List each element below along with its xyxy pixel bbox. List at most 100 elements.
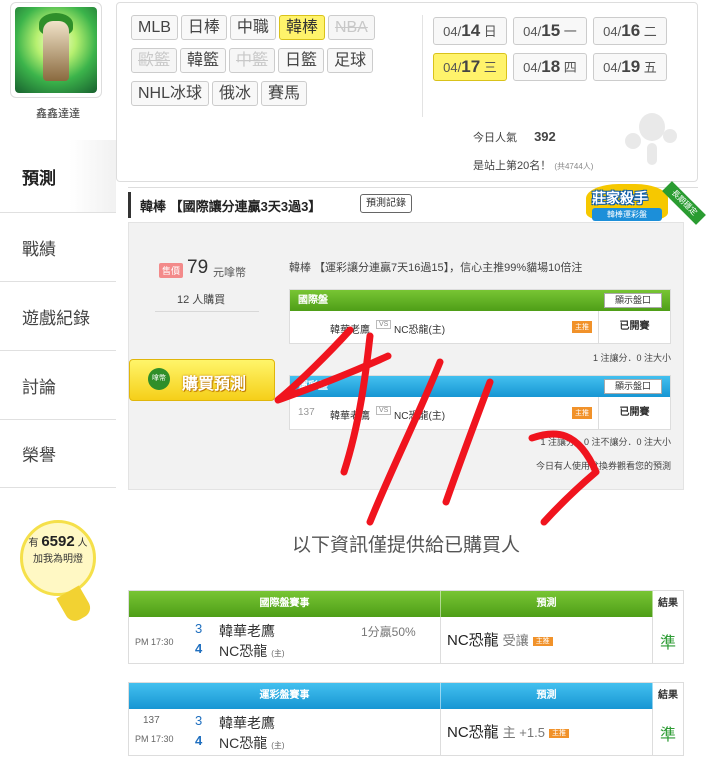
- sidebar-item-prediction[interactable]: 預測: [0, 140, 116, 212]
- avatar-frame[interactable]: [10, 2, 102, 98]
- lottery-result-row: 137 PM 17:30 3 韓華老鷹 4 NC恐龍 (主) NC恐龍主 +1.5…: [129, 709, 683, 755]
- popularity-label: 今日人氣: [473, 132, 517, 144]
- price-unit: 元嗱幣: [213, 267, 246, 279]
- rank-line: 是站上第20名！ (共4744人): [473, 157, 593, 173]
- sport-filter-button[interactable]: 中職: [229, 15, 276, 40]
- rank-text: 是站上第20名！: [473, 160, 552, 172]
- sport-filter-button[interactable]: NHL冰球: [131, 81, 210, 106]
- date-day: 14: [461, 21, 481, 40]
- sport-filter-button[interactable]: MLB: [131, 15, 178, 40]
- lottery-result-team2-wrap: NC恐龍 (主): [219, 733, 285, 753]
- sport-filter-button[interactable]: 俄冰: [212, 81, 259, 106]
- prediction-box: 售價 79 元嗱幣 12 人購買 嗱幣 購買預測 韓棒 【運彩讓分連贏7天16過…: [128, 222, 684, 490]
- lottery-result-header: 運彩盤賽事 預測 結果: [129, 683, 683, 709]
- date-month: 04/: [523, 60, 542, 75]
- fans-suffix: 加我為明燈: [33, 554, 83, 565]
- username[interactable]: 鑫鑫達達: [0, 105, 116, 121]
- lottery-result-table: 運彩盤賽事 預測 結果 137 PM 17:30 3 韓華老鷹 4 NC恐龍 (主…: [128, 682, 684, 756]
- buyers-only-message: 以下資訊僅提供給已購買人: [291, 535, 520, 556]
- sport-filter-button[interactable]: 足球: [327, 48, 374, 73]
- intl-show-odds-button[interactable]: 顯示盤口: [604, 293, 662, 308]
- prediction-title: 韓棒 【國際讓分連贏3天3過3】: [140, 199, 322, 214]
- intl-result-pick: NC恐龍 受讓 主推: [447, 629, 553, 650]
- intl-result-home: (主): [271, 649, 285, 658]
- intl-note: 1 注讓分．0 注大小: [592, 353, 671, 363]
- intl-result-pick-cell: NC恐龍 受讓 主推: [441, 617, 653, 663]
- lottery-result-time: PM 17:30: [135, 734, 174, 744]
- lottery-result-col-match: 運彩盤賽事: [129, 683, 441, 709]
- intl-status: 已開賽: [598, 311, 670, 343]
- lottery-result-pick-team: NC恐龍: [447, 724, 499, 741]
- badge-subtitle: 韓棒運彩盤: [592, 208, 662, 221]
- lottery-result-match-cell: 137 PM 17:30 3 韓華老鷹 4 NC恐龍 (主): [129, 709, 441, 755]
- buy-prediction-label: 購買預測: [182, 376, 247, 393]
- intl-result-team2: NC恐龍: [219, 643, 268, 659]
- lottery-result-col-pick: 預測: [441, 683, 653, 709]
- lottery-pick-table: 運彩盤 顯示盤口 137 韓華老鷹 VS NC恐龍(主) 主推 已開賽: [289, 375, 671, 430]
- intl-pick-row: 韓華老鷹 VS NC恐龍(主) 主推 已開賽: [290, 311, 670, 343]
- date-month: 04/: [603, 24, 622, 39]
- lottery-result-outcome-cell: 準: [653, 709, 683, 755]
- sidebar-item-honor[interactable]: 榮譽: [0, 419, 116, 488]
- fans-unit: 人: [77, 538, 88, 549]
- sidebar-item-record[interactable]: 戰績: [0, 212, 116, 281]
- title-accent: [128, 192, 131, 218]
- avatar[interactable]: [15, 7, 97, 93]
- lottery-header-label: 運彩盤: [298, 381, 328, 392]
- price-amount: 79: [187, 257, 209, 278]
- intl-result-score1: 3: [195, 621, 203, 636]
- lottery-note-redeem: 今日有人使用兌換券觀看您的預測: [535, 461, 671, 471]
- sidebar-item-game-log[interactable]: 遊戲紀錄: [0, 281, 116, 350]
- sidebar-nav: 預測 戰績 遊戲紀錄 討論 榮譽: [0, 140, 116, 488]
- intl-result-pick-mod: 受讓: [502, 633, 529, 648]
- popularity-stats: 今日人氣 392 是站上第20名！ (共4744人): [473, 129, 593, 173]
- fans-count: 6592: [41, 533, 75, 550]
- sport-filter-button[interactable]: 日籃: [278, 48, 325, 73]
- coin-icon: 嗱幣: [148, 368, 170, 390]
- sidebar: 鑫鑫達達 預測 戰績 遊戲紀錄 討論 榮譽 有 6592 人 加我為明燈: [0, 0, 116, 757]
- sport-filter-button[interactable]: 賽馬: [261, 81, 308, 106]
- date-filter-button[interactable]: 04/15 一: [513, 17, 587, 45]
- intl-result-extra: 1分贏50%: [361, 625, 416, 639]
- popularity-count: 392: [534, 129, 556, 144]
- date-filter-button[interactable]: 04/19 五: [593, 53, 667, 81]
- sport-filter-button[interactable]: 日棒: [180, 15, 227, 40]
- lottery-result-team2: NC恐龍: [219, 735, 268, 751]
- lottery-show-odds-button[interactable]: 顯示盤口: [604, 379, 662, 394]
- prediction-record-button[interactable]: 預測記錄: [360, 194, 412, 213]
- intl-team1: 韓華老鷹: [330, 325, 370, 336]
- intl-result-score2: 4: [195, 641, 203, 656]
- price-area: 售價 79 元嗱幣 12 人購買 嗱幣 購買預測: [129, 255, 279, 401]
- date-filter-button[interactable]: 04/18 四: [513, 53, 587, 81]
- lottery-note: 1 注讓分．0 注不讓分．0 注大小: [540, 437, 671, 447]
- intl-header-label: 國際盤: [298, 295, 328, 306]
- sport-filter-button[interactable]: 韓棒: [278, 15, 325, 40]
- date-filter-button[interactable]: 04/17 三: [433, 53, 507, 81]
- date-filter-button[interactable]: 04/14 日: [433, 17, 507, 45]
- rank-total: (共4744人): [554, 162, 594, 171]
- intl-pick-table: 國際盤 顯示盤口 韓華老鷹 VS NC恐龍(主) 主推 已開賽: [289, 289, 671, 344]
- intl-result-row: PM 17:30 3 韓華老鷹 4 NC恐龍 (主) 1分贏50% NC恐龍 受讓主…: [129, 617, 683, 663]
- lottery-team1: 韓華老鷹: [330, 411, 370, 422]
- lottery-result-game-no: 137: [143, 715, 160, 726]
- fans-lightbulb[interactable]: 有 6592 人 加我為明燈: [6, 520, 110, 625]
- filter-panel: MLB 日棒 中職 韓棒 NBA歐籃 韓籃 中籃 日籃 足球NHL冰球 俄冰 賽馬 04/14 日0…: [116, 2, 698, 182]
- intl-result-col-pick: 預測: [441, 591, 653, 617]
- date-month: 04/: [523, 24, 542, 39]
- lottery-result-score2: 4: [195, 733, 203, 748]
- buy-prediction-button[interactable]: 嗱幣 購買預測: [129, 359, 275, 401]
- sport-filter-button[interactable]: 韓籃: [180, 48, 227, 73]
- lottery-result-score1: 3: [195, 713, 203, 728]
- intl-vs: VS: [376, 320, 392, 329]
- badge-ribbon: 長期穩定: [662, 181, 706, 225]
- sidebar-item-discussion[interactable]: 討論: [0, 350, 116, 419]
- date-weekday: 五: [643, 60, 657, 75]
- intl-result-team1: 韓華老鷹: [219, 623, 275, 639]
- intl-result-outcome: 準: [659, 635, 676, 652]
- date-filter-button[interactable]: 04/16 二: [593, 17, 667, 45]
- date-day: 16: [621, 21, 641, 40]
- price-tag: 售價: [159, 263, 184, 278]
- date-month: 04/: [443, 24, 462, 39]
- sport-filter-button: 歐籃: [131, 48, 178, 73]
- lottery-pick-header: 運彩盤 顯示盤口: [290, 376, 670, 397]
